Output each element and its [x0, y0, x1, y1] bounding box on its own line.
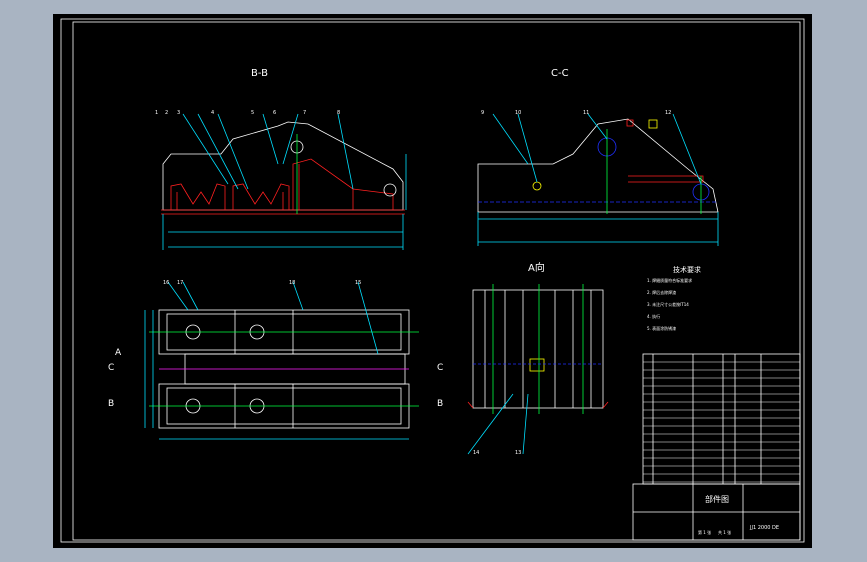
tech-req-line-2: 2. 焊后去除焊渣 — [647, 289, 676, 295]
section-mark-b-right: B — [437, 399, 443, 409]
tech-req-line-5: 5. 表面涂防锈漆 — [647, 325, 676, 331]
balloon-18: 18 — [289, 280, 295, 286]
tech-req-title: 技术要求 — [673, 265, 701, 274]
section-mark-a-left: A — [115, 348, 122, 358]
balloon-13: 13 — [515, 450, 521, 456]
view-a — [467, 284, 609, 455]
tech-requirements: 技术要求 1. 焊缝质量符合标准要求 2. 焊后去除焊渣 3. 未注尺寸公差按I… — [647, 265, 701, 331]
drawing-viewport[interactable]: B-B C-C A向 A C B C B 1 2 3 4 5 6 7 8 9 1… — [53, 14, 812, 548]
view-title-a: A向 — [528, 261, 545, 274]
tech-req-line-4: 4. 执行 — [647, 313, 660, 319]
balloon-4: 4 — [211, 110, 214, 116]
balloon-9: 9 — [481, 110, 484, 116]
balloon-2: 2 — [165, 110, 168, 116]
title-total: 共 1 张 — [718, 529, 731, 535]
section-cc — [477, 113, 719, 246]
balloon-17: 17 — [177, 280, 183, 286]
cad-drawing: B-B C-C A向 A C B C B 1 2 3 4 5 6 7 8 9 1… — [60, 18, 805, 543]
outer-frame — [60, 18, 805, 543]
balloon-15: 15 — [355, 280, 361, 286]
tech-req-line-3: 3. 未注尺寸公差按IT14 — [647, 301, 689, 307]
tech-req-line-1: 1. 焊缝质量符合标准要求 — [647, 277, 692, 283]
title-part-name: 部件图 — [705, 494, 729, 504]
balloon-8: 8 — [337, 110, 340, 116]
view-title-bb: B-B — [251, 68, 268, 79]
balloon-6: 6 — [273, 110, 276, 116]
plan-view — [144, 281, 419, 440]
balloon-5: 5 — [251, 110, 254, 116]
balloon-3: 3 — [177, 110, 180, 116]
view-title-cc: C-C — [551, 68, 569, 79]
section-mark-c-right: C — [437, 363, 443, 373]
balloon-11: 11 — [583, 110, 589, 116]
title-block: 部件图 JJ1 2000 DE 第 1 张 共 1 张 — [632, 483, 801, 541]
parts-list — [642, 353, 801, 485]
title-code: JJ1 2000 DE — [749, 525, 779, 531]
title-sheet: 第 1 张 — [698, 529, 711, 535]
section-mark-b-left: B — [108, 399, 114, 409]
section-bb — [161, 113, 407, 250]
balloon-7: 7 — [303, 110, 306, 116]
balloon-16: 16 — [163, 280, 169, 286]
balloon-14: 14 — [473, 450, 479, 456]
balloon-10: 10 — [515, 110, 521, 116]
section-mark-c-left: C — [108, 363, 114, 373]
balloon-12: 12 — [665, 110, 671, 116]
balloon-1: 1 — [155, 110, 158, 116]
